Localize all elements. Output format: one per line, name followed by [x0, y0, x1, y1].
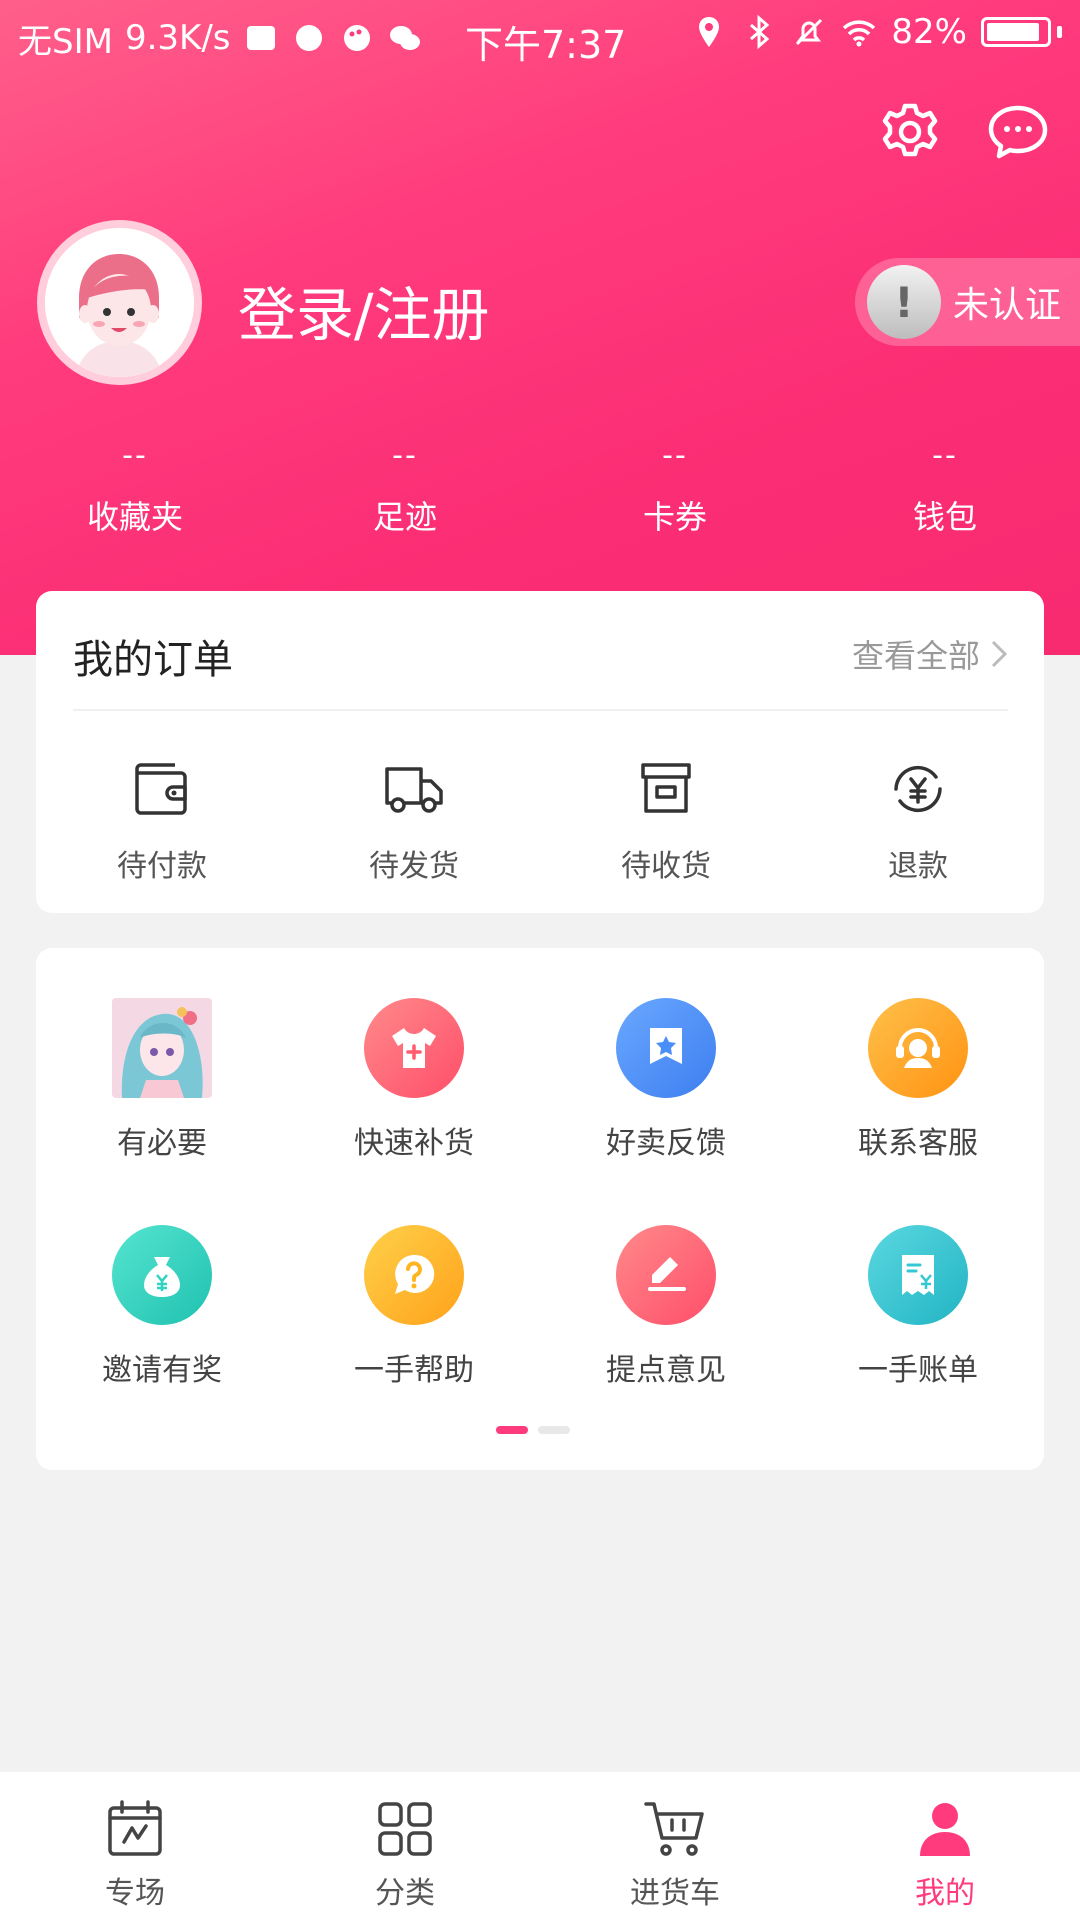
wallet-icon: [135, 763, 187, 815]
planet-icon: [295, 25, 322, 51]
verification-status-label: 未认证: [953, 285, 1062, 326]
service-invite-reward[interactable]: 邀请有奖: [36, 1225, 288, 1452]
stat-favorites[interactable]: -- 收藏夹: [0, 438, 270, 538]
settings-gear-icon[interactable]: [878, 100, 942, 164]
service-label: 有必要: [117, 1126, 207, 1161]
chevron-right-icon: [991, 640, 1008, 668]
service-help[interactable]: 一手帮助: [288, 1225, 540, 1452]
service-you-bi-yao[interactable]: 有必要: [36, 998, 288, 1225]
stat-label: 收藏夹: [86, 498, 183, 536]
service-label: 一手账单: [858, 1353, 978, 1388]
box-icon: [641, 763, 691, 813]
stat-value: --: [932, 438, 958, 473]
mute-bell-icon: [796, 18, 823, 46]
wifi-icon: [843, 20, 876, 47]
order-refund[interactable]: 退款: [792, 761, 1044, 885]
tab-label: 我的: [915, 1876, 975, 1911]
order-pending-shipment[interactable]: 待发货: [288, 761, 540, 885]
stat-footprints[interactable]: -- 足迹: [270, 438, 540, 538]
battery-icon: [981, 17, 1062, 47]
app-notification-icon: [246, 26, 275, 50]
my-orders-card: 我的订单 查看全部 待付款 待发货 待收货 退款: [36, 591, 1044, 913]
avatar[interactable]: [37, 220, 202, 385]
view-all-orders-link[interactable]: 查看全部: [852, 631, 1008, 677]
page-dot: [538, 1426, 570, 1434]
tab-mine[interactable]: 我的: [810, 1772, 1080, 1920]
service-customer-support[interactable]: 联系客服: [792, 998, 1044, 1225]
stat-value: --: [662, 438, 688, 473]
palette-icon: [343, 25, 370, 51]
stat-coupons[interactable]: -- 卡券: [540, 438, 810, 538]
clock-text: 下午7:37: [465, 23, 627, 67]
default-avatar-icon: [45, 228, 194, 377]
order-pending-receipt[interactable]: 待收货: [540, 761, 792, 885]
stat-label: 卡券: [642, 498, 707, 536]
order-label: 待收货: [621, 849, 711, 884]
view-all-label: 查看全部: [851, 637, 980, 675]
order-pending-payment[interactable]: 待付款: [36, 761, 288, 885]
service-label: 一手帮助: [354, 1353, 474, 1388]
receipt-icon: [902, 1255, 934, 1295]
tab-label: 专场: [105, 1876, 165, 1911]
user-icon: [920, 1803, 970, 1856]
page-indicator: [496, 1426, 570, 1434]
order-label: 退款: [888, 849, 948, 884]
page-dot-active: [496, 1426, 528, 1434]
orders-title: 我的订单: [73, 637, 233, 683]
status-bar: 无SIM 9.3K/s 下午7:37 82%: [0, 0, 1080, 76]
network-speed-text: 9.3K/s: [124, 18, 231, 58]
service-quick-restock[interactable]: 快速补货: [288, 998, 540, 1225]
services-card: 有必要 快速补货 好卖反馈 联系客服 邀请有奖 一手帮助 提点意见 一手账单: [36, 948, 1044, 1470]
headset-icon: [896, 1028, 940, 1068]
carrier-text: 无SIM: [18, 21, 113, 62]
order-label: 待付款: [117, 849, 207, 884]
battery-percent: 82%: [891, 12, 967, 52]
stat-value: --: [122, 438, 148, 473]
stat-wallet[interactable]: -- 钱包: [810, 438, 1080, 538]
question-bubble-icon: [395, 1254, 435, 1294]
stat-label: 钱包: [912, 498, 977, 536]
login-register-link[interactable]: 登录/注册: [238, 268, 490, 352]
service-label: 提点意见: [606, 1353, 726, 1388]
service-label: 好卖反馈: [606, 1126, 726, 1161]
service-label: 快速补货: [354, 1126, 474, 1161]
profile-stats: -- 收藏夹 -- 足迹 -- 卡券 -- 钱包: [0, 438, 1080, 538]
money-bag-icon: [144, 1257, 180, 1297]
refund-icon: [894, 765, 942, 813]
calendar-icon: [108, 1800, 162, 1856]
location-icon: [699, 17, 720, 47]
wechat-icon: [389, 26, 420, 50]
message-bubble-icon[interactable]: [986, 100, 1050, 164]
order-label: 待发货: [369, 849, 459, 884]
profile-header: 无SIM 9.3K/s 下午7:37 82% 登录/注册 ! 未认证 -- 收藏…: [0, 0, 1080, 655]
divider: [73, 709, 1008, 711]
service-label: 邀请有奖: [102, 1353, 222, 1388]
tab-label: 进货车: [630, 1876, 720, 1911]
tab-label: 分类: [375, 1876, 435, 1911]
stat-value: --: [392, 438, 418, 473]
badge-star-icon: [650, 1028, 682, 1064]
tab-category[interactable]: 分类: [270, 1772, 540, 1920]
service-bill[interactable]: 一手账单: [792, 1225, 1044, 1452]
bottom-tab-bar: 专场 分类 进货车 我的: [0, 1772, 1080, 1920]
tab-cart[interactable]: 进货车: [540, 1772, 810, 1920]
pen-icon: [648, 1257, 686, 1291]
stat-label: 足迹: [372, 498, 437, 536]
bluetooth-icon: [750, 14, 770, 50]
exclamation-icon: !: [867, 265, 941, 339]
verification-status-badge[interactable]: ! 未认证: [855, 258, 1080, 346]
shirt-plus-icon: [392, 1028, 436, 1068]
service-label: 联系客服: [858, 1126, 978, 1161]
cart-icon: [644, 1802, 704, 1856]
service-suggestions[interactable]: 提点意见: [540, 1225, 792, 1452]
service-sales-feedback[interactable]: 好卖反馈: [540, 998, 792, 1225]
grid-icon: [378, 1802, 432, 1856]
truck-icon: [385, 767, 443, 813]
tab-special[interactable]: 专场: [0, 1772, 270, 1920]
anime-thumbnail: [112, 998, 212, 1098]
